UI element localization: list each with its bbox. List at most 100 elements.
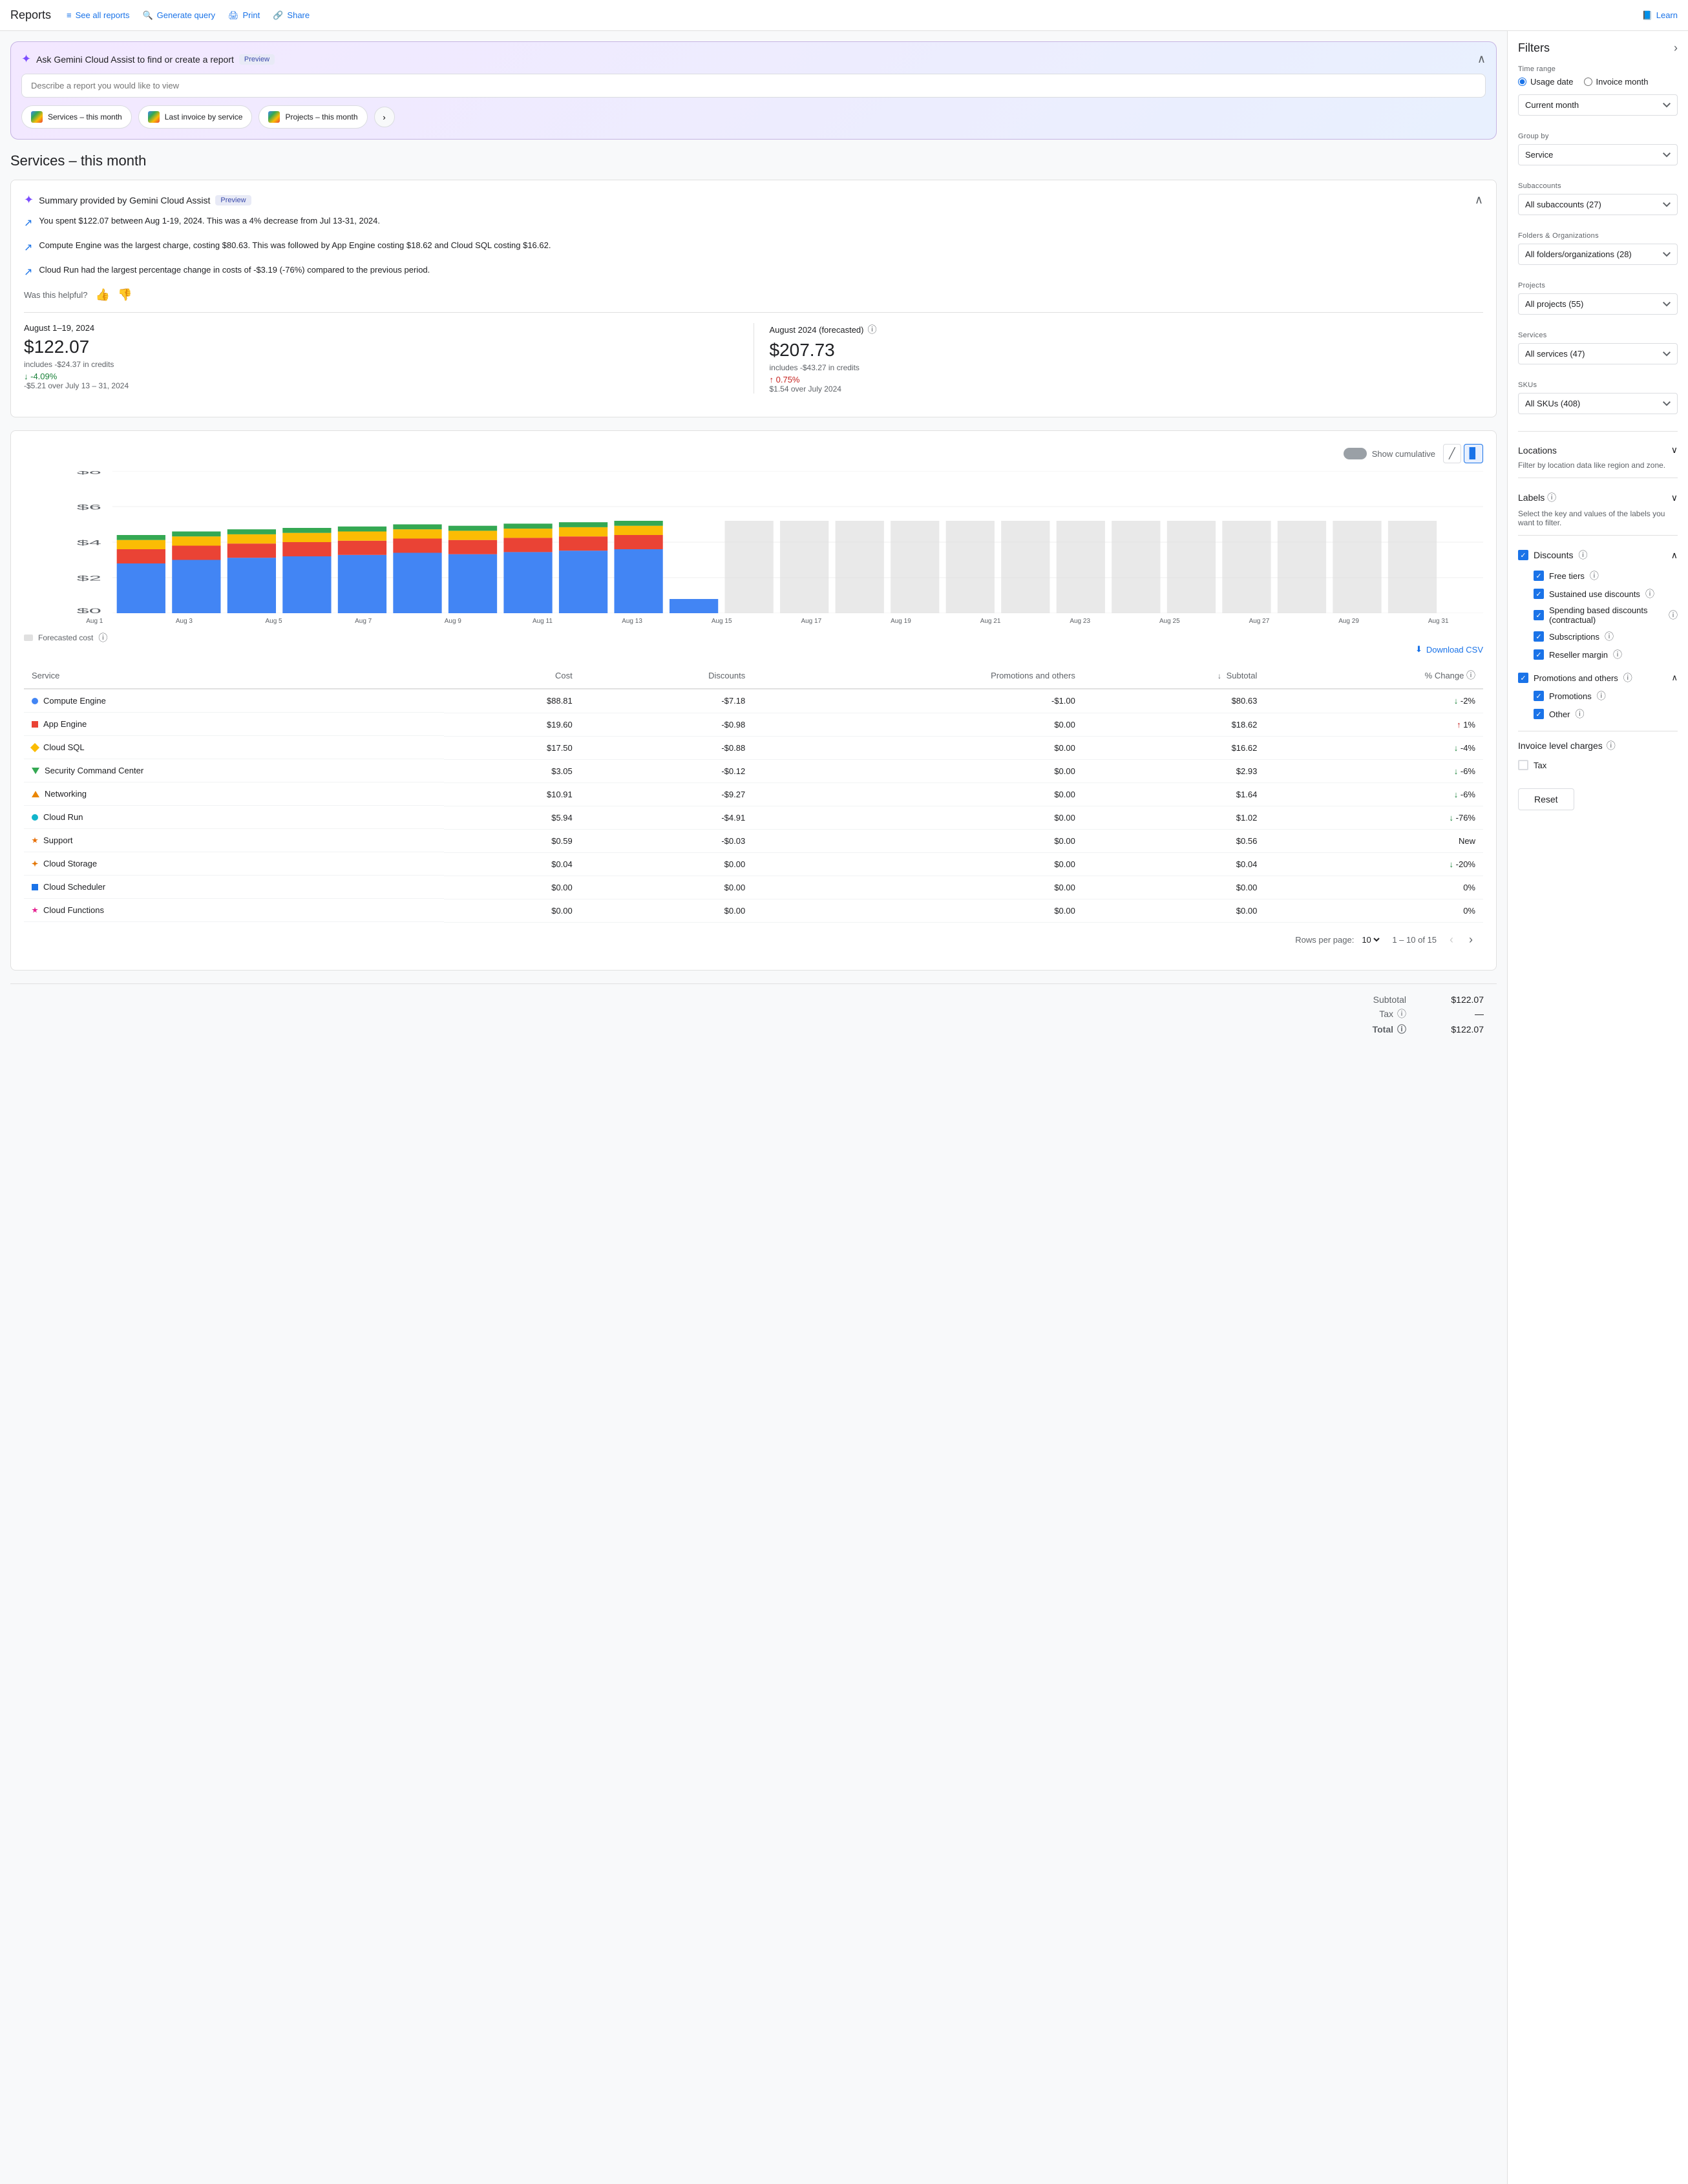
share-link[interactable]: 🔗 Share bbox=[273, 10, 310, 21]
credits-header[interactable]: ✓ Discounts ⓘ ∧ bbox=[1518, 543, 1678, 567]
free-tiers-info-icon[interactable]: ⓘ bbox=[1590, 569, 1599, 582]
promotions-checkbox[interactable]: ✓ bbox=[1518, 673, 1528, 683]
promotions-sub-info-icon[interactable]: ⓘ bbox=[1597, 689, 1606, 702]
next-quick-button[interactable]: › bbox=[374, 107, 395, 127]
thumbs-up-button[interactable]: 👍 bbox=[96, 288, 110, 302]
cost-cell: $0.59 bbox=[444, 829, 580, 852]
cost-cell: $0.00 bbox=[444, 899, 580, 922]
rows-per-page-select[interactable]: 10 25 50 bbox=[1359, 934, 1382, 945]
current-month-select[interactable]: Current month bbox=[1518, 94, 1678, 116]
table-row: Support $0.59 -$0.03 $0.00 $0.56 New bbox=[24, 829, 1483, 852]
spending-info-icon[interactable]: ⓘ bbox=[1669, 609, 1678, 622]
cost-cell: $0.04 bbox=[444, 852, 580, 876]
sustained-checkbox[interactable]: ✓ bbox=[1534, 589, 1544, 599]
filter-locations-header[interactable]: Locations ∨ bbox=[1518, 439, 1678, 461]
learn-link[interactable]: 📘 Learn bbox=[1642, 10, 1678, 21]
change-down-icon: ↓ bbox=[1454, 790, 1459, 799]
download-csv-button[interactable]: ⬇ Download CSV bbox=[1415, 644, 1483, 655]
skus-select[interactable]: All SKUs (408) bbox=[1518, 393, 1678, 414]
usage-date-radio[interactable]: Usage date bbox=[1518, 77, 1574, 87]
next-page-button[interactable]: › bbox=[1466, 930, 1475, 949]
free-tiers-checkbox[interactable]: ✓ bbox=[1534, 571, 1544, 581]
see-all-reports-link[interactable]: ≡ See all reports bbox=[67, 10, 129, 20]
promotions-sub-checkbox[interactable]: ✓ bbox=[1534, 691, 1544, 701]
invoice-charges-info-icon[interactable]: ⓘ bbox=[1607, 739, 1616, 752]
discounts-info-icon[interactable]: ⓘ bbox=[1578, 549, 1587, 562]
quick-projects-button[interactable]: Projects – this month bbox=[258, 105, 367, 129]
quick-invoice-button[interactable]: Last invoice by service bbox=[138, 105, 253, 129]
toggle-switch[interactable] bbox=[1344, 448, 1367, 459]
line-chart-button[interactable]: ╱ bbox=[1443, 444, 1461, 463]
summary-card: ✦ Summary provided by Gemini Cloud Assis… bbox=[10, 180, 1497, 417]
projects-select[interactable]: All projects (55) bbox=[1518, 293, 1678, 315]
cost-cell: $3.05 bbox=[444, 759, 580, 782]
services-select[interactable]: All services (47) bbox=[1518, 343, 1678, 364]
labels-info-icon[interactable]: ⓘ bbox=[1547, 492, 1556, 503]
thumbs-down-button[interactable]: 👎 bbox=[118, 288, 132, 302]
subtotal-cell: $1.64 bbox=[1083, 782, 1265, 806]
change-cell: ↓ -6% bbox=[1265, 759, 1483, 782]
sustained-info-icon[interactable]: ⓘ bbox=[1645, 587, 1654, 600]
subscriptions-checkbox[interactable]: ✓ bbox=[1534, 631, 1544, 642]
promotions-cell: $0.00 bbox=[753, 852, 1083, 876]
subaccounts-select[interactable]: All subaccounts (27) bbox=[1518, 194, 1678, 215]
forecasted-info-icon[interactable]: ⓘ bbox=[98, 631, 107, 644]
reset-button[interactable]: Reset bbox=[1518, 788, 1574, 810]
quick-services-button[interactable]: Services – this month bbox=[21, 105, 132, 129]
change-down-icon: ↓ bbox=[1450, 813, 1454, 823]
print-link[interactable]: 🖨 Print bbox=[228, 10, 260, 21]
trend-icon-1: ↗ bbox=[24, 216, 32, 231]
group-by-select[interactable]: Service bbox=[1518, 144, 1678, 165]
table-header-row: Service Cost Discounts Promotions and ot… bbox=[24, 662, 1483, 689]
discounts-checkbox[interactable]: ✓ bbox=[1518, 550, 1528, 560]
promotions-info-icon[interactable]: ⓘ bbox=[1623, 671, 1632, 684]
table-row: Compute Engine $88.81 -$7.18 -$1.00 $80.… bbox=[24, 689, 1483, 713]
change-info-icon[interactable]: ⓘ bbox=[1466, 670, 1475, 680]
service-icon bbox=[32, 721, 38, 728]
gemini-input[interactable] bbox=[21, 74, 1486, 98]
change-cell: 0% bbox=[1265, 899, 1483, 922]
discounts-cell: $0.00 bbox=[580, 852, 753, 876]
folders-select[interactable]: All folders/organizations (28) bbox=[1518, 244, 1678, 265]
collapse-summary-button[interactable]: ∧ bbox=[1475, 193, 1483, 207]
info-icon[interactable]: ⓘ bbox=[867, 323, 876, 336]
tax-value: — bbox=[1432, 1009, 1484, 1019]
filter-labels-header[interactable]: Labels ⓘ ∨ bbox=[1518, 486, 1678, 509]
collapse-gemini-button[interactable]: ∧ bbox=[1477, 52, 1486, 66]
pagination-row: Rows per page: 10 25 50 1 – 10 of 15 ‹ › bbox=[24, 923, 1483, 957]
filters-collapse-icon[interactable]: › bbox=[1674, 41, 1678, 55]
download-row: ⬇ Download CSV bbox=[24, 644, 1483, 655]
generate-query-link[interactable]: 🔍 Generate query bbox=[142, 10, 215, 21]
tax-info-icon[interactable]: ⓘ bbox=[1397, 1007, 1406, 1020]
spending-checkbox[interactable]: ✓ bbox=[1534, 610, 1544, 620]
gcp-invoice-icon bbox=[148, 111, 160, 123]
total-row: Total ⓘ $122.07 bbox=[1373, 1023, 1484, 1036]
col-change: % Change ⓘ bbox=[1265, 662, 1483, 689]
other-info-icon[interactable]: ⓘ bbox=[1576, 708, 1585, 720]
filter-projects: Projects All projects (55) bbox=[1518, 282, 1678, 321]
other-checkbox[interactable]: ✓ bbox=[1534, 709, 1544, 719]
promotions-header[interactable]: ✓ Promotions and others ⓘ ∧ bbox=[1518, 669, 1678, 687]
share-icon: 🔗 bbox=[273, 10, 283, 21]
bar-chart-button[interactable]: ▊ bbox=[1464, 444, 1483, 463]
total-info-icon[interactable]: ⓘ bbox=[1397, 1023, 1406, 1036]
subscriptions-info-icon[interactable]: ⓘ bbox=[1605, 630, 1614, 643]
invoice-month-radio[interactable]: Invoice month bbox=[1584, 77, 1649, 87]
discounts-cell: -$0.98 bbox=[580, 713, 753, 736]
prev-page-button[interactable]: ‹ bbox=[1447, 930, 1456, 949]
show-cumulative-toggle[interactable]: Show cumulative bbox=[1344, 448, 1435, 459]
change-cell: ↓ -2% bbox=[1265, 689, 1483, 713]
change-cell: ↓ -20% bbox=[1265, 852, 1483, 876]
trend-icon-2: ↗ bbox=[24, 240, 32, 256]
svg-text:$0: $0 bbox=[77, 607, 101, 613]
tax-checkbox[interactable] bbox=[1518, 760, 1528, 770]
chart-controls: Show cumulative ╱ ▊ bbox=[24, 444, 1483, 463]
reseller-info-icon[interactable]: ⓘ bbox=[1613, 648, 1622, 661]
subtotal-value: $122.07 bbox=[1432, 994, 1484, 1005]
service-icon bbox=[32, 791, 39, 797]
tax-charge-row: Tax bbox=[1518, 757, 1678, 773]
summary-line-3: ↗ Cloud Run had the largest percentage c… bbox=[24, 264, 1483, 280]
service-name-cell: App Engine bbox=[24, 713, 444, 736]
reseller-checkbox[interactable]: ✓ bbox=[1534, 649, 1544, 660]
tax-row: Tax ⓘ — bbox=[1379, 1007, 1484, 1020]
